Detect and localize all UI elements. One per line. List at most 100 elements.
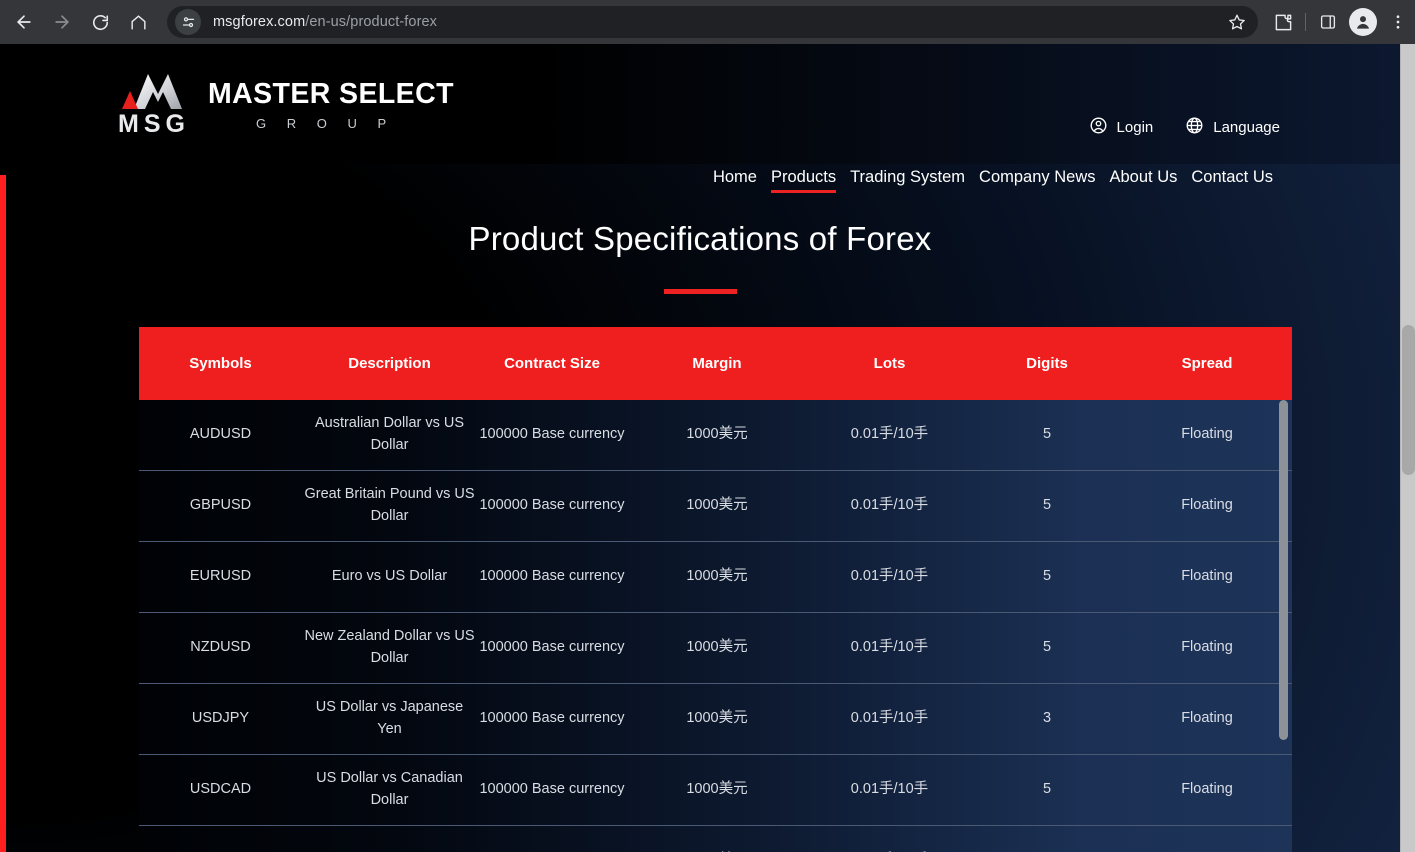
- cell-digits: 5: [1042, 426, 1052, 443]
- url-path: /en-us/product-forex: [305, 14, 438, 30]
- cell-lots: 0.01手/10手: [850, 568, 929, 585]
- page-title: Product Specifications of Forex: [468, 220, 932, 257]
- cell-digits: 5: [1042, 497, 1052, 514]
- nav-item-about-us[interactable]: About Us: [1103, 168, 1185, 193]
- three-dot-menu-icon[interactable]: [1381, 5, 1415, 39]
- table-scrollbar-thumb[interactable]: [1279, 400, 1288, 740]
- cell-symbol: USDCAD: [189, 781, 252, 798]
- table-scrollbar[interactable]: [1279, 400, 1288, 852]
- cell-description: Great Britain Pound vs US Dollar: [304, 486, 475, 524]
- reload-icon[interactable]: [83, 5, 117, 39]
- title-underline-accent: [664, 289, 737, 294]
- browser-viewport: MSG MASTER SELECT G R O U P Login Langua…: [0, 44, 1415, 852]
- table-row: USDCAD US Dollar vs Canadian Dollar 1000…: [139, 755, 1292, 826]
- url-domain: msgforex.com: [213, 14, 306, 30]
- table-row: USDCHF US Dollar vs Swiss Franc 100000 B…: [139, 826, 1292, 852]
- login-label: Login: [1116, 119, 1154, 136]
- extensions-puzzle-icon[interactable]: [1266, 5, 1300, 39]
- cell-digits: 5: [1042, 781, 1052, 798]
- profile-avatar-icon[interactable]: [1349, 8, 1377, 36]
- table-row: NZDUSD New Zealand Dollar vs US Dollar 1…: [139, 613, 1292, 684]
- nav-item-trading-system[interactable]: Trading System: [843, 168, 972, 193]
- msg-mountain-logo-icon: MSG: [118, 63, 198, 137]
- side-panel-icon[interactable]: [1311, 5, 1345, 39]
- cell-margin: 1000美元: [686, 426, 748, 443]
- cell-digits: 5: [1042, 639, 1052, 656]
- column-header-description: Description: [348, 355, 431, 372]
- cell-spread: Floating: [1181, 426, 1233, 443]
- cell-lots: 0.01手/10手: [850, 781, 929, 798]
- cell-description: US Dollar vs Japanese Yen: [315, 699, 464, 737]
- cell-description: Euro vs US Dollar: [331, 568, 448, 585]
- cell-contract-size: 100000 Base currency: [479, 497, 625, 514]
- cell-spread: Floating: [1181, 639, 1233, 656]
- column-header-digits: Digits: [1026, 355, 1068, 372]
- table-row: EURUSD Euro vs US Dollar 100000 Base cur…: [139, 542, 1292, 613]
- cell-spread: Floating: [1181, 710, 1233, 727]
- nav-item-home[interactable]: Home: [706, 168, 764, 193]
- cell-contract-size: 100000 Base currency: [479, 781, 625, 798]
- cell-symbol: NZDUSD: [190, 639, 251, 656]
- cell-description: New Zealand Dollar vs US Dollar: [304, 628, 475, 666]
- browser-toolbar: msgforex.com/en-us/product-forex: [0, 0, 1415, 44]
- forex-specifications-table: Symbols Description Contract Size Margin…: [139, 327, 1292, 852]
- header-utilities: Login Language: [1089, 116, 1280, 139]
- url-text: msgforex.com/en-us/product-forex: [213, 14, 437, 30]
- column-header-spread: Spread: [1181, 355, 1233, 372]
- logo-subtitle: G R O U P: [256, 115, 395, 131]
- cell-margin: 1000美元: [686, 497, 748, 514]
- cell-spread: Floating: [1181, 781, 1233, 798]
- nav-item-products[interactable]: Products: [764, 168, 843, 193]
- table-header-row: Symbols Description Contract Size Margin…: [139, 327, 1292, 400]
- language-button[interactable]: Language: [1185, 116, 1280, 139]
- cell-lots: 0.01手/10手: [850, 426, 929, 443]
- cell-margin: 1000美元: [686, 568, 748, 585]
- cell-lots: 0.01手/10手: [850, 497, 929, 514]
- globe-icon: [1185, 116, 1204, 139]
- cell-digits: 3: [1042, 710, 1052, 727]
- cell-digits: 5: [1042, 568, 1052, 585]
- cell-description: Australian Dollar vs US Dollar: [314, 415, 465, 453]
- column-header-margin: Margin: [692, 355, 742, 372]
- language-label: Language: [1213, 119, 1280, 136]
- cell-spread: Floating: [1181, 568, 1233, 585]
- cell-contract-size: 100000 Base currency: [479, 710, 625, 727]
- nav-item-contact-us[interactable]: Contact Us: [1184, 168, 1280, 193]
- back-arrow-icon[interactable]: [7, 5, 41, 39]
- table-body-scroll-area[interactable]: AUDUSD Australian Dollar vs US Dollar 10…: [139, 400, 1292, 852]
- cell-spread: Floating: [1181, 497, 1233, 514]
- user-circle-icon: [1089, 116, 1108, 139]
- forward-arrow-icon[interactable]: [45, 5, 79, 39]
- cell-lots: 0.01手/10手: [850, 639, 929, 656]
- home-icon[interactable]: [121, 5, 155, 39]
- cell-margin: 1000美元: [686, 781, 748, 798]
- address-bar[interactable]: msgforex.com/en-us/product-forex: [167, 6, 1258, 38]
- cell-margin: 1000美元: [686, 639, 748, 656]
- cell-symbol: EURUSD: [189, 568, 252, 585]
- cell-symbol: AUDUSD: [189, 426, 252, 443]
- star-icon[interactable]: [1222, 7, 1252, 37]
- page-scrollbar[interactable]: [1400, 44, 1415, 852]
- nav-item-company-news[interactable]: Company News: [972, 168, 1102, 193]
- cell-contract-size: 100000 Base currency: [479, 639, 625, 656]
- cell-contract-size: 100000 Base currency: [479, 426, 625, 443]
- cell-symbol: USDJPY: [191, 710, 250, 727]
- login-button[interactable]: Login: [1089, 116, 1154, 139]
- toolbar-divider: [1305, 13, 1306, 31]
- site-header: MSG MASTER SELECT G R O U P Login Langua…: [0, 44, 1400, 193]
- table-row: GBPUSD Great Britain Pound vs US Dollar …: [139, 471, 1292, 542]
- logo-wordmark: MASTER SELECT G R O U P: [208, 63, 454, 130]
- column-header-lots: Lots: [873, 355, 906, 372]
- site-settings-icon[interactable]: [175, 9, 201, 35]
- logo-title: MASTER SELECT: [208, 78, 454, 110]
- cell-contract-size: 100000 Base currency: [479, 568, 625, 585]
- cell-symbol: GBPUSD: [189, 497, 252, 514]
- column-header-contract-size: Contract Size: [504, 355, 600, 372]
- left-accent-rail: [0, 175, 6, 852]
- site-logo[interactable]: MSG MASTER SELECT G R O U P: [118, 63, 454, 137]
- cell-description: US Dollar vs Canadian Dollar: [316, 770, 463, 808]
- web-page: MSG MASTER SELECT G R O U P Login Langua…: [0, 44, 1400, 852]
- table-row: USDJPY US Dollar vs Japanese Yen 100000 …: [139, 684, 1292, 755]
- table-row: AUDUSD Australian Dollar vs US Dollar 10…: [139, 400, 1292, 471]
- page-scrollbar-thumb[interactable]: [1402, 325, 1415, 475]
